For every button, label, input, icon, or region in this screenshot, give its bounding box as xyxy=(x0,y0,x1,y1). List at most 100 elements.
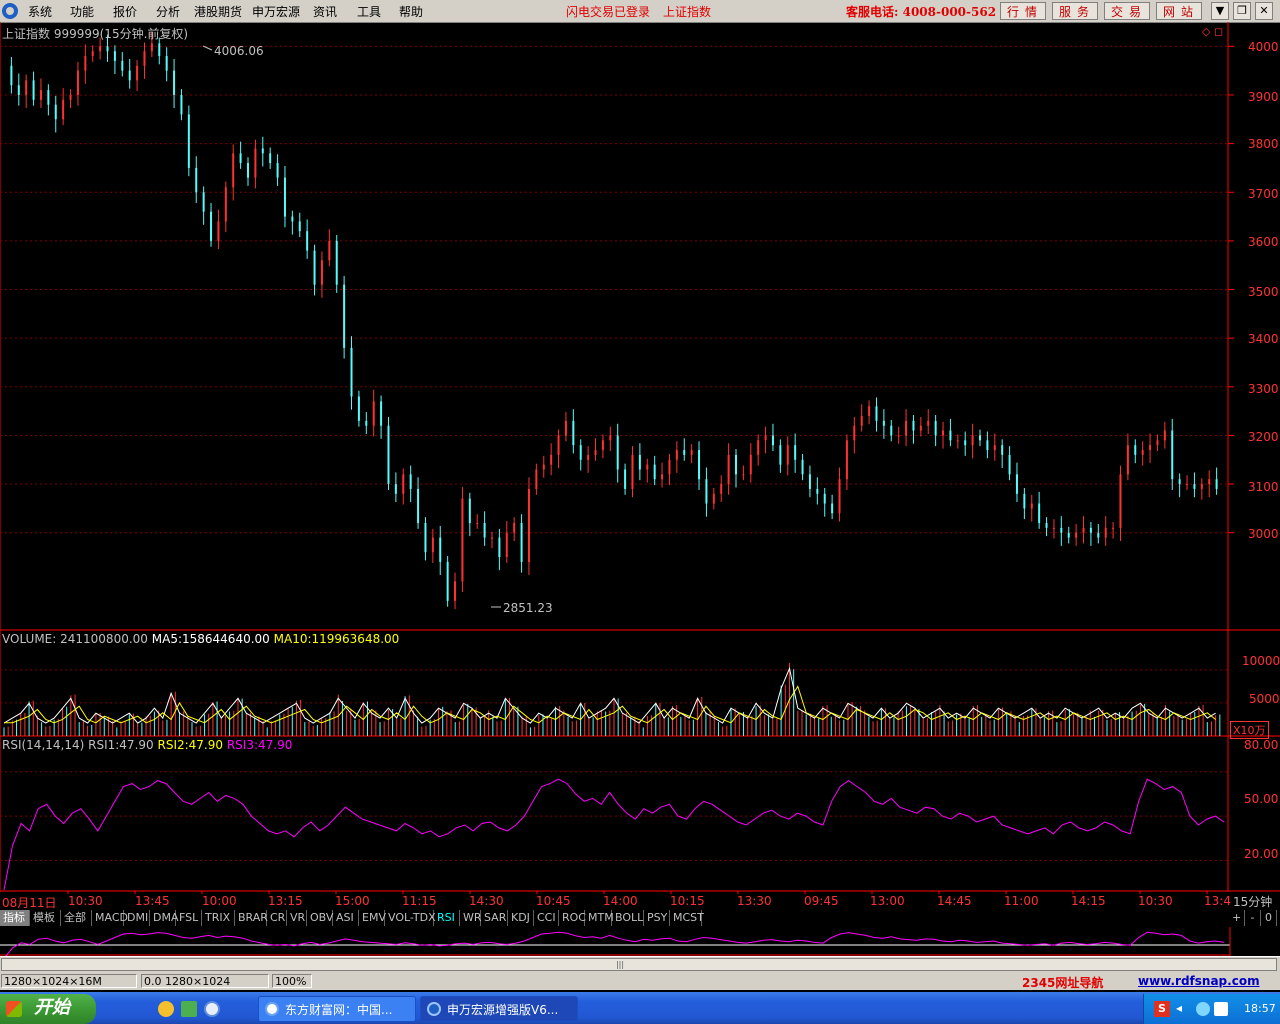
candle-body xyxy=(912,420,915,431)
candle-body xyxy=(542,464,545,470)
minimize-button[interactable]: ▼ xyxy=(1211,2,1229,20)
tab-rsi[interactable]: RSI xyxy=(434,910,460,926)
current-index-link[interactable]: 上证指数 xyxy=(663,3,711,20)
candle-body xyxy=(195,167,198,193)
tab-fsl[interactable]: FSL xyxy=(176,910,202,926)
candle-body xyxy=(291,216,294,222)
candle-body xyxy=(934,420,937,436)
tab-cci[interactable]: CCI xyxy=(534,910,559,926)
trade-button[interactable]: 交易 xyxy=(1104,2,1150,20)
service-button[interactable]: 服务 xyxy=(1052,2,1098,20)
menu-quote[interactable]: 报价 xyxy=(113,3,137,20)
candle-body xyxy=(136,65,139,81)
candle-body xyxy=(1186,484,1189,486)
candle-body xyxy=(165,56,168,71)
tab-mtm[interactable]: MTM xyxy=(585,910,614,926)
candle-body xyxy=(99,46,102,52)
scroll-grip-icon[interactable]: ||| xyxy=(612,960,628,969)
restore-button[interactable]: ❐ xyxy=(1233,2,1251,20)
candle-body xyxy=(964,440,967,446)
menu-help[interactable]: 帮助 xyxy=(399,3,423,20)
input-method-icon[interactable]: S xyxy=(1154,1001,1170,1017)
candle-body xyxy=(845,440,848,480)
tab-asi[interactable]: ASI xyxy=(333,910,359,926)
tab-boll[interactable]: BOLL xyxy=(612,910,644,926)
candle-body xyxy=(1030,503,1033,509)
tab-cr[interactable]: CR xyxy=(267,910,287,926)
candle-body xyxy=(113,51,116,61)
chart-area[interactable]: 上证指数 999999(15分钟.前复权) ◇ ◻ 4006.06 2851.2… xyxy=(0,22,1280,910)
candle-body xyxy=(794,445,797,460)
candle-body xyxy=(106,46,109,52)
tab-obv[interactable]: OBV xyxy=(307,910,333,926)
tab-trix[interactable]: TRIX xyxy=(202,910,235,926)
candle-body xyxy=(1126,445,1129,475)
horizontal-scrollbar[interactable]: ||| xyxy=(0,956,1280,973)
tab-indicator[interactable]: 指标 xyxy=(0,910,30,926)
candle-body xyxy=(417,488,420,523)
price-axis-label: 3500 xyxy=(1248,285,1279,299)
rsi1-value: 47.90 xyxy=(119,738,154,752)
candle-body xyxy=(62,99,65,120)
quicklaunch-icon[interactable] xyxy=(158,1001,174,1017)
candle-body xyxy=(1008,454,1011,475)
tab-vol-tdx[interactable]: VOL-TDX xyxy=(385,910,436,926)
tab-dma[interactable]: DMA xyxy=(150,910,179,926)
tab-mcst[interactable]: MCST xyxy=(670,910,704,926)
tab-roc[interactable]: ROC xyxy=(559,910,586,926)
candle-body xyxy=(727,454,730,485)
candle-body xyxy=(1015,474,1018,494)
candle-body xyxy=(816,488,819,494)
candle-body xyxy=(409,474,412,489)
taskbar-task-swhy[interactable]: 申万宏源增强版V6... xyxy=(420,996,578,1022)
candle-body xyxy=(712,493,715,504)
menu-analysis[interactable]: 分析 xyxy=(156,3,180,20)
time-axis-label: 10:45 xyxy=(536,894,571,908)
close-button[interactable]: ✕ xyxy=(1255,2,1273,20)
tab-emv[interactable]: EMV xyxy=(359,910,386,926)
rsi2-label: RSI2: xyxy=(157,738,189,752)
tab-remove-button[interactable]: - xyxy=(1245,910,1261,926)
quicklaunch-icon[interactable] xyxy=(204,1001,220,1017)
security-icon[interactable] xyxy=(1214,1002,1228,1016)
tab-vr[interactable]: VR xyxy=(287,910,307,926)
candle-body xyxy=(653,464,656,480)
tray-arrow-icon[interactable]: ◂ xyxy=(1176,1001,1192,1017)
menu-info[interactable]: 资讯 xyxy=(313,3,337,20)
tab-sar[interactable]: SAR xyxy=(481,910,508,926)
menu-system[interactable]: 系统 xyxy=(28,3,52,20)
tab-template[interactable]: 模板 xyxy=(30,910,61,926)
candle-body xyxy=(357,396,360,421)
tab-macd[interactable]: MACD xyxy=(92,910,128,926)
tab-brar[interactable]: BRAR xyxy=(235,910,268,926)
nav-link[interactable]: 2345网址导航 xyxy=(1022,974,1103,991)
tab-reset-button[interactable]: 0 xyxy=(1261,910,1277,926)
candle-body xyxy=(742,474,745,476)
chart-diamond-icon[interactable]: ◇ ◻ xyxy=(1202,25,1223,38)
tab-psy[interactable]: PSY xyxy=(644,910,670,926)
taskbar-task-browser[interactable]: 东方财富网：中国... xyxy=(258,996,416,1022)
tab-dmi[interactable]: DMI xyxy=(124,910,150,926)
website-button[interactable]: 网站 xyxy=(1156,2,1202,20)
chart-svg[interactable] xyxy=(0,22,1280,910)
site-link[interactable]: www.rdfsnap.com xyxy=(1138,974,1260,988)
candle-body xyxy=(454,581,457,601)
start-button[interactable]: 开始 xyxy=(0,994,96,1024)
menu-hk-futures[interactable]: 港股期货 xyxy=(194,3,242,20)
quote-button[interactable]: 行情 xyxy=(1000,2,1046,20)
system-tray: S ◂ 18:57 xyxy=(1143,994,1280,1024)
menu-swhy[interactable]: 申万宏源 xyxy=(252,3,300,20)
tab-wr[interactable]: WR xyxy=(460,910,482,926)
menu-tools[interactable]: 工具 xyxy=(357,3,381,20)
candle-body xyxy=(380,401,383,426)
time-axis-label: 09:45 xyxy=(804,894,839,908)
time-axis-label: 10:30 xyxy=(68,894,103,908)
candle-body xyxy=(1038,503,1041,523)
menu-function[interactable]: 功能 xyxy=(70,3,94,20)
tab-kdj[interactable]: KDJ xyxy=(508,910,534,926)
tab-all[interactable]: 全部 xyxy=(61,910,92,926)
network-icon[interactable] xyxy=(1196,1002,1210,1016)
quicklaunch-icon[interactable] xyxy=(181,1001,197,1017)
period-selector[interactable]: 15分钟 xyxy=(1233,893,1272,910)
tab-add-button[interactable]: + xyxy=(1229,910,1245,926)
